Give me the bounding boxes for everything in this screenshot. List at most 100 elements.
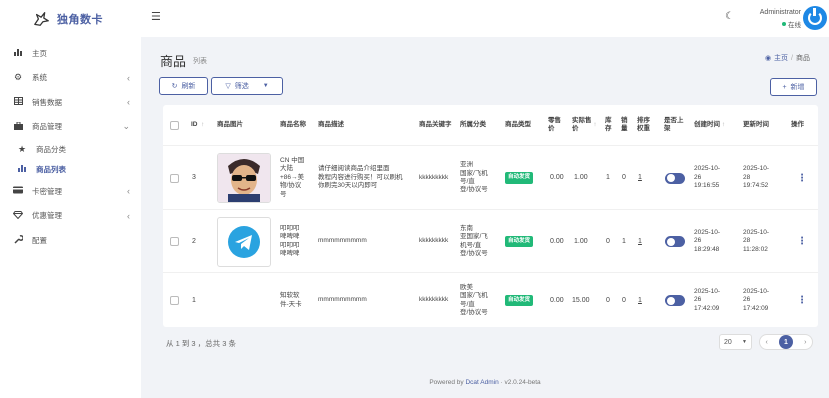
row-name: 知软软 件-天卡 [280, 292, 302, 308]
moon-icon[interactable]: ☾ [725, 11, 734, 22]
header-actual-price[interactable]: 实际售 价 ↑ [572, 105, 597, 145]
row-id: 3 [192, 174, 196, 182]
sidebar-item-products[interactable]: 商品管理 ⌄ [0, 115, 141, 140]
row-created: 2025-10- 26 17:42:09 [694, 287, 721, 312]
product-image[interactable] [217, 210, 271, 273]
pagination-info: 从 1 到 3 ，总共 3 条 [166, 339, 237, 348]
sidebar-item-label: 优惠管理 [32, 211, 62, 221]
header-sort[interactable]: 排序 权重 [637, 105, 650, 145]
row-price: 0.00 [550, 296, 564, 304]
row-actions-icon[interactable]: ⋮ [797, 146, 807, 210]
chevron-left-icon: ‹ [127, 186, 130, 197]
row-checkbox[interactable] [170, 210, 179, 273]
sidebar-item-product-categories[interactable]: ★ 商品分类 [0, 139, 141, 159]
row-checkbox[interactable] [170, 273, 179, 328]
row-keyword: kkkkkkkkk [419, 173, 449, 181]
row-sort[interactable]: 1 [638, 210, 642, 273]
plus-icon: + [782, 83, 787, 91]
header-category: 所属分类 [460, 120, 486, 128]
row-sort[interactable]: 1 [638, 273, 642, 328]
sidebar-item-config[interactable]: 配置 [0, 228, 141, 253]
sidebar-item-product-list[interactable]: 商品列表 [0, 159, 141, 179]
header-price: 零售 价 [548, 116, 561, 132]
row-sales: 1 [622, 237, 626, 245]
avatar-cartoon-icon [218, 154, 270, 202]
new-button[interactable]: + 新增 [770, 78, 817, 96]
sidebar-item-label: 销售数据 [32, 97, 62, 107]
row-created: 2025-10- 26 19:16:55 [694, 165, 721, 190]
per-page-select[interactable]: 20 ▼ [719, 334, 752, 350]
header-actions: 操作 [791, 120, 804, 128]
avatar[interactable] [803, 6, 827, 30]
hamburger-menu-icon[interactable]: ☰ [151, 10, 161, 23]
breadcrumb-home[interactable]: 主页 [774, 53, 788, 63]
topbar: ☰ ☾ Administrator 在线 [141, 0, 829, 37]
row-checkbox[interactable] [170, 146, 179, 210]
sort-icon: ↑ [201, 120, 205, 128]
sidebar-item-cards[interactable]: 卡密管理 ‹ [0, 179, 141, 204]
sidebar-item-home[interactable]: 主页 [0, 41, 141, 66]
row-desc: mmmmmmmmm [318, 296, 367, 304]
row-desc: mmmmmmmmm [318, 237, 367, 245]
dcat-admin-link[interactable]: Dcat Admin [465, 379, 498, 386]
chevron-left-icon: ‹ [127, 72, 130, 83]
online-toggle[interactable] [665, 210, 685, 273]
telegram-icon [228, 225, 260, 258]
filter-button[interactable]: ▽ 筛选 ▼ [211, 77, 283, 95]
admin-name[interactable]: Administrator [760, 9, 801, 16]
diamond-icon [12, 210, 24, 221]
status-dot-icon [782, 22, 786, 26]
pager: ‹ 1 › [759, 334, 813, 350]
page-subtitle: 列表 [193, 58, 207, 65]
admin-status: 在线 [782, 19, 801, 29]
current-page[interactable]: 1 [778, 335, 793, 349]
sidebar-item-sales[interactable]: 销售数据 ‹ [0, 90, 141, 115]
header-type: 商品类型 [505, 120, 531, 128]
chevron-down-icon: ⌄ [122, 121, 130, 132]
row-actual-price: 15.00 [572, 296, 590, 304]
header-updated: 更新时间 [743, 120, 769, 128]
row-actions-icon[interactable]: ⋮ [797, 210, 807, 273]
next-page-icon[interactable]: › [804, 339, 806, 346]
row-sort[interactable]: 1 [638, 146, 642, 210]
products-table: ID ↑ 商品图片 商品名称 商品描述 商品关键字 所属分类 商品类型 零售 价… [163, 105, 818, 327]
row-price: 0.00 [550, 174, 564, 182]
header-name: 商品名称 [280, 120, 306, 128]
sidebar-item-label: 配置 [32, 235, 47, 245]
refresh-button[interactable]: ↻ 刷新 [159, 77, 208, 95]
product-image[interactable] [217, 146, 271, 210]
admin-status-text: 在线 [788, 22, 801, 29]
row-type: 自动发货 [505, 146, 534, 210]
sidebar-item-coupons[interactable]: 优惠管理 ‹ [0, 204, 141, 229]
row-actual-price: 1.00 [574, 174, 588, 182]
row-price: 0.00 [550, 237, 564, 245]
select-all-checkbox[interactable] [170, 105, 179, 145]
row-created: 2025-10- 26 18:29:48 [694, 228, 721, 253]
row-updated: 2025-10- 28 11:28:02 [743, 228, 770, 253]
breadcrumb-current: 商品 [796, 55, 810, 62]
prev-page-icon[interactable]: ‹ [766, 339, 768, 346]
breadcrumb-separator: / [791, 54, 793, 62]
sidebar-item-system[interactable]: ⚙ 系统 ‹ [0, 66, 141, 91]
online-toggle[interactable] [665, 273, 685, 328]
table-row: 2 叩叩叩 啤啤啤 叩叩叩 啤啤啤 mmmmmmmmm kkkkkkkkk 东南… [163, 209, 818, 272]
breadcrumb: ◉ 主页 / 商品 [765, 53, 810, 63]
row-id: 2 [192, 237, 196, 245]
auto-delivery-badge: 自动发货 [505, 235, 534, 248]
page-title: 商品 [160, 54, 187, 69]
online-toggle[interactable] [665, 146, 685, 210]
header-id[interactable]: ID ↑ [191, 105, 204, 145]
table-icon [12, 97, 24, 107]
header-stock: 库 存 [605, 116, 612, 132]
row-keyword: kkkkkkkkk [419, 296, 449, 304]
bar-chart-icon [16, 164, 28, 174]
header-sales: 销 量 [621, 116, 628, 132]
row-name: CN 中国 大陆 +86→美 物/协议 号 [280, 156, 305, 198]
row-actions-icon[interactable]: ⋮ [797, 273, 807, 328]
header-created[interactable]: 创建时间 ↑ [694, 105, 725, 145]
auto-delivery-badge: 自动发货 [505, 172, 534, 184]
brand[interactable]: 独角数卡 [0, 0, 141, 37]
sidebar-menu: 主页 ⚙ 系统 ‹ 销售数据 ‹ 商品管理 ⌄ ★ 商品分类 商品列表 卡密管理… [0, 37, 141, 253]
credit-card-icon [12, 186, 24, 196]
products-submenu: ★ 商品分类 商品列表 [0, 139, 141, 179]
